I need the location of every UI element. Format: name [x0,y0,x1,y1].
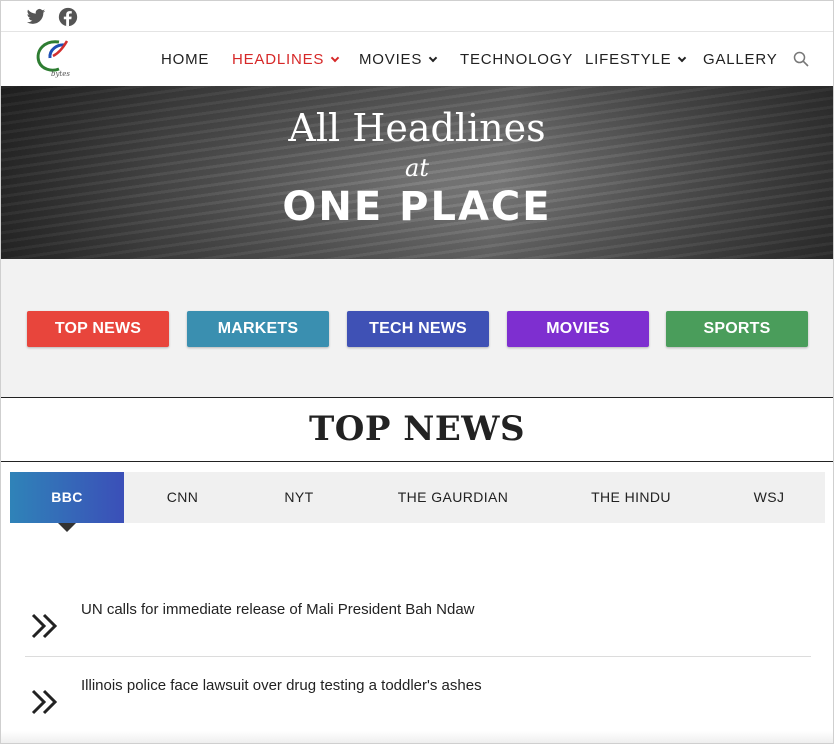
nav-technology[interactable]: TECHNOLOGY [460,51,573,68]
tab-nyt[interactable]: NYT [241,472,357,523]
tab-bbc[interactable]: BBC [10,472,124,523]
page-frame: bytes HOME HEADLINES MOVIES TECHNOLOGY L… [0,0,834,744]
chevron-down-icon [428,53,438,63]
double-chevron-right-icon [31,613,58,639]
section-title: TOP NEWS [308,409,526,449]
source-tabs: BBC CNN NYT THE GAURDIAN THE HINDU WSJ [10,472,825,523]
category-top-news-button[interactable]: TOP NEWS [27,311,169,347]
tab-the-gaurdian[interactable]: THE GAURDIAN [357,472,549,523]
category-sports-button[interactable]: SPORTS [666,311,808,347]
hero-banner: All Headlines at ONE PLACE [1,86,833,259]
nav-home[interactable]: HOME [161,51,209,68]
category-band: TOP NEWS MARKETS TECH NEWS MOVIES SPORTS [1,259,833,398]
social-bar [1,1,833,32]
section-divider [1,461,833,462]
facebook-icon[interactable] [58,7,78,27]
site-logo[interactable]: bytes [29,36,79,80]
site-header: bytes HOME HEADLINES MOVIES TECHNOLOGY L… [1,32,833,86]
nav-lifestyle[interactable]: LIFESTYLE [585,51,687,68]
chevron-down-icon [330,53,340,63]
chevron-down-icon [678,53,687,63]
hero-title-line2: at [405,154,429,182]
twitter-icon[interactable] [26,7,46,27]
news-headline[interactable]: UN calls for immediate release of Mali P… [81,601,475,618]
category-markets-button[interactable]: MARKETS [187,311,329,347]
hero-title-line1: All Headlines [288,106,546,150]
tab-wsj[interactable]: WSJ [713,472,825,523]
nav-technology-label: TECHNOLOGY [460,51,574,68]
list-item[interactable]: Illinois police face lawsuit over drug t… [25,657,811,733]
category-tech-news-button[interactable]: TECH NEWS [347,311,489,347]
list-item[interactable]: UN calls for immediate release of Mali P… [25,581,811,657]
nav-headlines[interactable]: HEADLINES [232,51,340,68]
search-icon[interactable] [793,51,809,67]
svg-text:bytes: bytes [51,70,70,78]
bottom-shadow [1,731,833,743]
tab-the-hindu[interactable]: THE HINDU [549,472,713,523]
hero-title-line3: ONE PLACE [282,184,552,230]
nav-gallery[interactable]: GALLERY [703,51,778,68]
nav-movies-label: MOVIES [359,51,423,68]
tab-cnn[interactable]: CNN [124,472,241,523]
news-headline[interactable]: Illinois police face lawsuit over drug t… [81,677,482,694]
nav-lifestyle-label: LIFESTYLE [585,51,672,68]
active-tab-pointer [58,523,76,532]
nav-gallery-label: GALLERY [703,51,778,68]
nav-headlines-label: HEADLINES [232,51,325,68]
category-movies-button[interactable]: MOVIES [507,311,649,347]
nav-movies[interactable]: MOVIES [359,51,438,68]
double-chevron-right-icon [31,689,58,715]
nav-home-label: HOME [161,51,210,68]
